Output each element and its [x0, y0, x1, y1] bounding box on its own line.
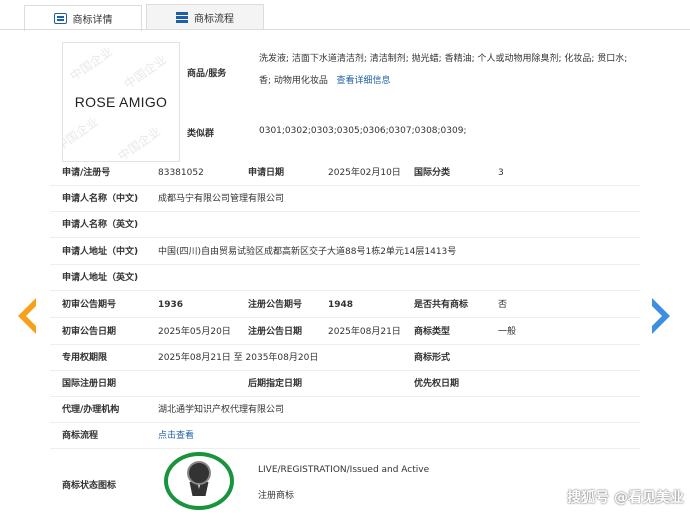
- info-row: 初审公告期号 1936 注册公告期号 1948 是否共有商标 否: [50, 292, 640, 318]
- trademark-text: ROSE AMIGO: [74, 94, 168, 110]
- prelim-date-value: 2025年05月20日: [158, 327, 231, 337]
- priority-date-label: 优先权日期: [414, 379, 460, 389]
- logo-watermark: 中国企业: [121, 52, 169, 92]
- table-grid-icon: [176, 12, 188, 23]
- logo-watermark: 中国企业: [115, 124, 163, 162]
- later-date-label: 后期指定日期: [248, 379, 303, 389]
- exclusive-period-label: 专用权期限: [62, 353, 108, 363]
- applicant-en-label: 申请人名称（英文): [62, 220, 139, 230]
- exclusive-period-value: 2025年08月21日 至 2035年08月20日: [158, 353, 319, 363]
- tab-trademark-detail[interactable]: 商标详情: [24, 5, 142, 31]
- applicant-cn-value: 成都马宁有限公司管理有限公司: [158, 194, 285, 204]
- info-row: 初审公告日期 2025年05月20日 注册公告日期 2025年08月21日 商标…: [50, 319, 640, 345]
- prelim-no-value: 1936: [158, 300, 184, 310]
- document-list-icon: [53, 13, 67, 24]
- prelim-date-label: 初审公告日期: [62, 327, 117, 337]
- mark-type-value: 一般: [498, 327, 517, 337]
- reg-pub-no-label: 注册公告期号: [248, 300, 303, 310]
- reg-pub-date-label: 注册公告日期: [248, 327, 303, 337]
- tab-label: 商标流程: [194, 14, 234, 25]
- info-row: 代理/办理机构 湖北通学知识产权代理有限公司: [50, 397, 640, 423]
- agent-value: 湖北通学知识产权代理有限公司: [158, 405, 285, 415]
- intl-class-value: 3: [498, 168, 504, 178]
- status-subtext: 注册商标: [258, 491, 295, 501]
- applicant-cn-label: 申请人名称（中文): [62, 194, 139, 204]
- similar-group-value: 0301;0302;0303;0305;0306;0307;0308;0309;: [259, 126, 467, 136]
- reg-pub-no-value: 1948: [328, 300, 354, 310]
- logo-watermark: 中国企业: [67, 44, 115, 84]
- similar-group-label: 类似群: [187, 129, 215, 139]
- tab-divider: [0, 29, 690, 30]
- shared-mark-value: 否: [498, 300, 508, 310]
- reg-pub-date-value: 2025年08月21日: [328, 327, 401, 337]
- intl-reg-date-label: 国际注册日期: [62, 379, 117, 389]
- logo-watermark: 中国企业: [62, 114, 101, 154]
- goods-label: 商品/服务: [187, 69, 227, 79]
- shared-mark-label: 是否共有商标: [414, 300, 469, 310]
- info-row: 国际注册日期 后期指定日期 优先权日期: [50, 371, 640, 397]
- prelim-no-label: 初审公告期号: [62, 300, 117, 310]
- flow-label: 商标流程: [62, 431, 99, 441]
- tab-trademark-flow[interactable]: 商标流程: [146, 4, 264, 30]
- mark-form-label: 商标形式: [414, 353, 451, 363]
- address-cn-value: 中国(四川)自由贸易试验区成都高新区交子大道88号1栋2单元14层1413号: [158, 247, 457, 257]
- address-en-label: 申请人地址（英文): [62, 273, 139, 283]
- info-row: 申请人地址（英文): [50, 265, 640, 291]
- apply-date-value: 2025年02月10日: [328, 168, 401, 178]
- info-row: 申请/注册号 83381052 申请日期 2025年02月10日 国际分类 3: [50, 160, 640, 186]
- status-icon-label: 商标状态图标: [62, 481, 117, 491]
- chevron-left-icon[interactable]: [14, 296, 38, 336]
- trademark-detail-panel: 中国企业 中国企业 中国企业 中国企业 ROSE AMIGO 商品/服务 洗发液…: [50, 31, 640, 518]
- trademark-image[interactable]: 中国企业 中国企业 中国企业 中国企业 ROSE AMIGO: [62, 42, 180, 162]
- agent-label: 代理/办理机构: [62, 405, 120, 415]
- view-flow-link[interactable]: 点击查看: [158, 423, 194, 449]
- info-row: 申请人名称（中文) 成都马宁有限公司管理有限公司: [50, 186, 640, 212]
- chevron-right-icon[interactable]: [650, 296, 674, 336]
- status-text: LIVE/REGISTRATION/Issued and Active: [258, 465, 430, 475]
- source-watermark: 搜狐号 @看见美业: [567, 490, 684, 506]
- tab-bar: 商标详情 商标流程: [0, 0, 690, 31]
- info-row: 专用权期限 2025年08月21日 至 2035年08月20日 商标形式: [50, 345, 640, 371]
- mark-type-label: 商标类型: [414, 327, 451, 337]
- info-row: 申请人名称（英文): [50, 212, 640, 238]
- address-cn-label: 申请人地址（中文): [62, 247, 139, 257]
- info-row: 申请人地址（中文) 中国(四川)自由贸易试验区成都高新区交子大道88号1栋2单元…: [50, 239, 640, 265]
- view-details-link[interactable]: 查看详细信息: [337, 76, 391, 86]
- intl-class-label: 国际分类: [414, 168, 451, 178]
- registered-seal-icon: [164, 452, 234, 512]
- tab-label: 商标详情: [72, 15, 113, 26]
- reg-no-label: 申请/注册号: [62, 168, 111, 178]
- info-row: 商标流程 点击查看: [50, 423, 640, 449]
- goods-text: 洗发液; 洁面下水道清洁剂; 清洁制剂; 抛光蜡; 香精油; 个人或动物用除臭剂…: [259, 54, 628, 86]
- reg-no-value: 83381052: [158, 168, 204, 178]
- goods-list: 洗发液; 洁面下水道清洁剂; 清洁制剂; 抛光蜡; 香精油; 个人或动物用除臭剂…: [259, 48, 634, 92]
- apply-date-label: 申请日期: [248, 168, 285, 178]
